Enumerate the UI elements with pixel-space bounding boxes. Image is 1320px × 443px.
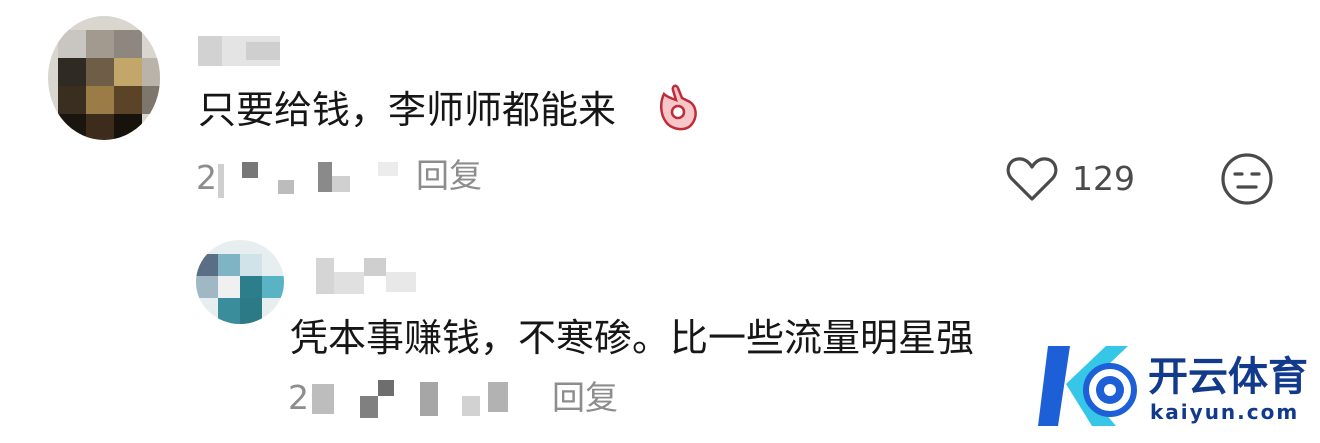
comment-text: 凭本事赚钱，不寒碜。比一些流量明星强 xyxy=(290,316,975,360)
comment-date: 2 xyxy=(196,158,217,197)
heart-outline-icon[interactable] xyxy=(1006,156,1058,202)
username[interactable] xyxy=(198,36,280,66)
neutral-face-icon[interactable] xyxy=(1220,152,1274,206)
brand-name: 开云体育 xyxy=(1148,354,1308,400)
reply-button[interactable]: 回复 xyxy=(416,156,482,196)
avatar[interactable] xyxy=(48,16,160,140)
brand-site: kaiyun.com xyxy=(1150,400,1300,424)
comment-text: 只要给钱，李师师都能来 xyxy=(198,88,617,132)
avatar[interactable] xyxy=(196,240,284,324)
brand-logo-icon xyxy=(1038,346,1137,426)
comment-date: 2 xyxy=(288,378,309,417)
reply-button[interactable]: 回复 xyxy=(552,378,618,418)
date-blur xyxy=(312,378,512,420)
username[interactable] xyxy=(316,258,416,294)
date-blur xyxy=(218,158,404,198)
like-count: 129 xyxy=(1072,159,1135,198)
ok-hand-emoji xyxy=(660,84,697,131)
